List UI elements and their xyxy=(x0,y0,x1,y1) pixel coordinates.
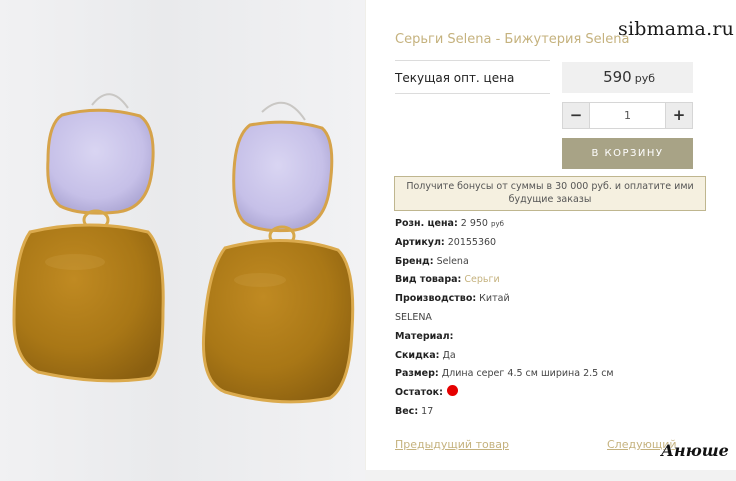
panel-bottom-strip xyxy=(365,470,736,481)
quantity-input[interactable] xyxy=(589,103,666,128)
spec-label: Вес: xyxy=(395,405,419,417)
spec-value: 2 950 xyxy=(460,218,488,229)
spec-brand-extra: SELENA xyxy=(395,309,725,328)
spec-value: 17 xyxy=(421,405,434,417)
current-price: 590 руб xyxy=(562,62,693,93)
spec-stock: Остаток: xyxy=(395,384,725,403)
quantity-decrease-button[interactable]: − xyxy=(563,103,589,128)
product-title[interactable]: Серьги Selena - Бижутерия Selena xyxy=(395,32,629,47)
product-photo[interactable] xyxy=(0,0,365,481)
product-info-panel: Серьги Selena - Бижутерия Selena sibmama… xyxy=(365,0,736,481)
spec-label: Бренд: xyxy=(395,255,434,267)
spec-brand: Бренд: Selena xyxy=(395,253,725,272)
spec-label: Артикул: xyxy=(395,236,445,248)
add-to-cart-button[interactable]: В КОРЗИНУ xyxy=(562,138,693,169)
spec-label: Материал: xyxy=(395,330,454,342)
spec-material: Материал: xyxy=(395,328,725,347)
spec-value: SELENA xyxy=(395,311,432,323)
price-currency: руб xyxy=(634,72,655,85)
spec-size: Размер: Длина серег 4.5 см ширина 2.5 см xyxy=(395,365,725,384)
earrings-image xyxy=(12,93,355,404)
spec-value: Да xyxy=(442,349,456,361)
spec-value: 20155360 xyxy=(447,236,497,248)
spec-value: Длина серег 4.5 см ширина 2.5 см xyxy=(441,368,614,380)
spec-label: Размер: xyxy=(395,368,439,380)
spec-label: Розн. цена: xyxy=(395,218,458,229)
spec-article: Артикул: 20155360 xyxy=(395,234,725,253)
bonus-notice: Получите бонусы от суммы в 30 000 руб. и… xyxy=(394,176,706,211)
spec-label: Вид товара: xyxy=(395,274,462,286)
current-price-label: Текущая опт. цена xyxy=(395,60,550,94)
price-value: 590 xyxy=(603,68,632,86)
spec-currency: руб xyxy=(491,220,504,228)
quantity-stepper[interactable]: − + xyxy=(562,102,693,129)
stock-indicator-icon xyxy=(446,385,458,397)
quantity-increase-button[interactable]: + xyxy=(666,103,692,128)
spec-label: Остаток: xyxy=(395,387,443,399)
previous-product-link[interactable]: Предыдущий товар xyxy=(395,438,509,451)
left-earring xyxy=(12,108,165,383)
spec-value: Китай xyxy=(479,293,510,305)
site-watermark: sibmama.ru xyxy=(618,18,735,40)
spec-type-link[interactable]: Серьги xyxy=(464,274,499,285)
spec-label: Скидка: xyxy=(395,349,440,361)
spec-retail-price: Розн. цена: 2 950 руб xyxy=(395,215,725,234)
product-specs: Розн. цена: 2 950 руб Артикул: 20155360 … xyxy=(395,215,725,422)
spec-weight: Вес: 17 xyxy=(395,403,725,422)
right-earring xyxy=(201,120,355,404)
spec-discount: Скидка: Да xyxy=(395,347,725,366)
spec-origin: Производство: Китай xyxy=(395,290,725,309)
spec-label: Производство: xyxy=(395,293,477,305)
spec-value: Selena xyxy=(436,255,469,267)
spec-type: Вид товара: Серьги xyxy=(395,271,725,290)
signature-watermark: Анюше xyxy=(661,441,729,460)
